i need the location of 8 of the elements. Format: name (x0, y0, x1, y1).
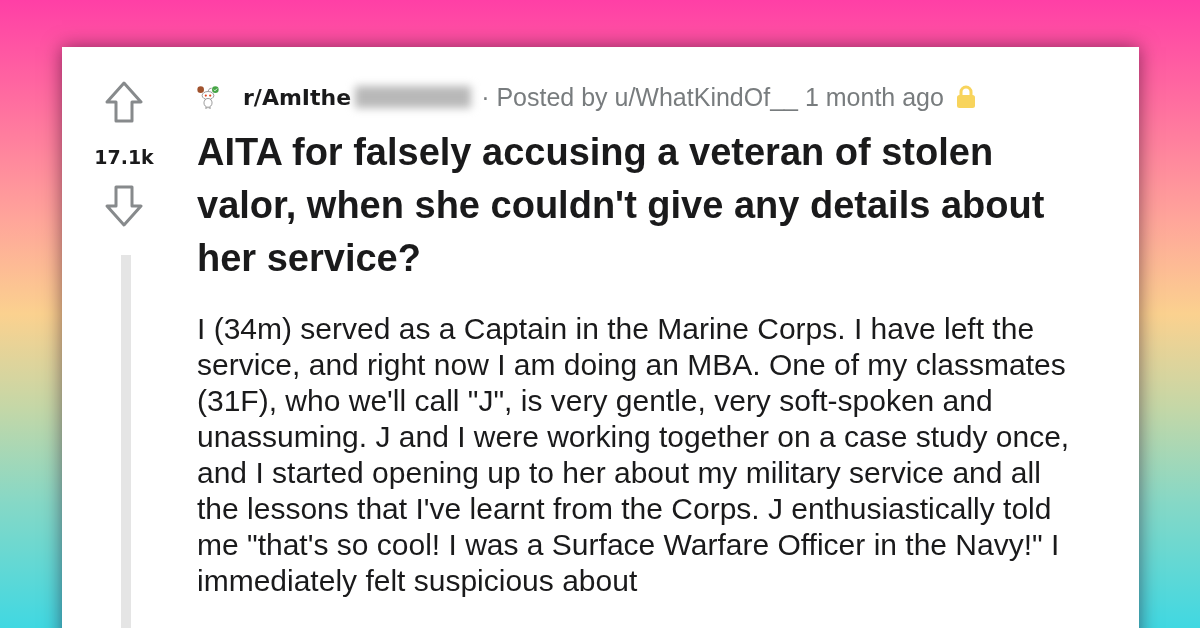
post-title: AITA for falsely accusing a veteran of stolen valor, when she couldn't give any details about her service? (197, 130, 1046, 281)
post-meta-text: · Posted by u/WhatKindOf__ 1 month ago (481, 82, 944, 112)
downvote-arrow-icon[interactable] (104, 185, 144, 227)
post-body-text: I (34m) served as a Captain in the Marine Corps. I have left the service, and right now I am doing an MBA. One of my classmates (31F), who we'll call "J", is very gentle, very soft-spoken and unassuming. J and I were working together on a case study once, and I started opening up to her about my military service and all the lessons that I've learnt from the Corps. J enthusiastically told me "that's so cool! I was a Surface Warfare Officer in the Navy!" I immediately felt suspicious about (197, 311, 1071, 599)
vote-count: 17.1k (94, 145, 154, 169)
upvote-arrow-icon[interactable] (104, 81, 144, 123)
alien-mascot-icon (197, 84, 219, 110)
subreddit-name[interactable]: r/AmIthe (243, 84, 352, 110)
